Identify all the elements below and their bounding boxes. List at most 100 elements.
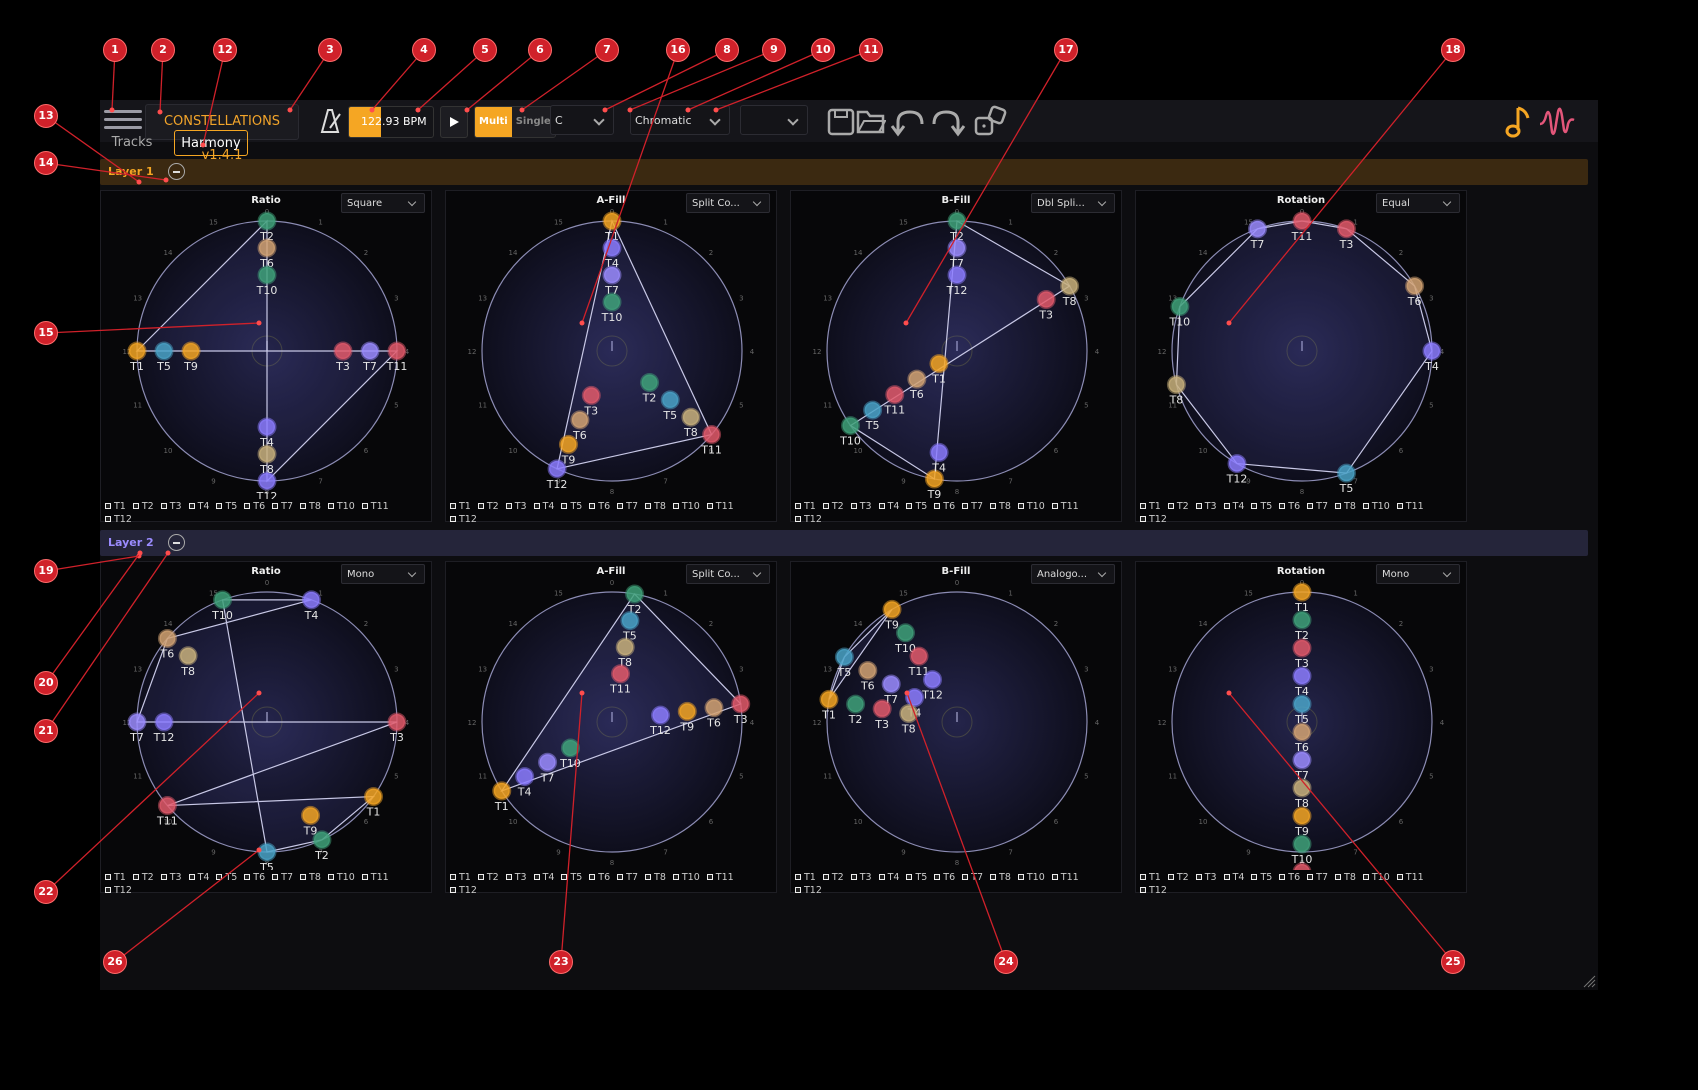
legend-checkbox[interactable] bbox=[1223, 503, 1230, 509]
legend-item[interactable]: T1 bbox=[795, 871, 816, 884]
track-node-t5[interactable] bbox=[834, 647, 854, 667]
legend-item[interactable]: T1 bbox=[105, 871, 126, 884]
legend-checkbox[interactable] bbox=[990, 874, 997, 880]
legend-checkbox[interactable] bbox=[934, 874, 941, 880]
track-node-t7[interactable] bbox=[1248, 219, 1268, 239]
panel-mode-dropdown[interactable]: Split Co... bbox=[686, 193, 770, 213]
track-node-t10[interactable] bbox=[257, 265, 277, 285]
legend-checkbox[interactable] bbox=[1051, 503, 1058, 509]
legend-item[interactable]: T10 bbox=[327, 871, 355, 884]
panel-mode-dropdown[interactable]: Mono bbox=[1376, 564, 1460, 584]
legend-item[interactable]: T3 bbox=[1195, 871, 1217, 884]
legend-item[interactable]: T4 bbox=[188, 500, 209, 513]
legend-item[interactable]: T1 bbox=[105, 500, 126, 513]
metronome-icon[interactable] bbox=[314, 106, 346, 136]
legend-checkbox[interactable] bbox=[1140, 516, 1146, 522]
track-node-t2[interactable] bbox=[1292, 610, 1312, 630]
legend-checkbox[interactable] bbox=[706, 503, 713, 509]
mode-multi-button[interactable]: Multi bbox=[475, 107, 512, 137]
legend-checkbox[interactable] bbox=[1195, 874, 1202, 880]
legend-checkbox[interactable] bbox=[1223, 874, 1230, 880]
constellation-wheel[interactable]: 0123456789101112131415T2T6T10T1T5T9T11T7… bbox=[101, 191, 433, 499]
track-node-t12[interactable] bbox=[947, 265, 967, 285]
legend-item[interactable]: T4 bbox=[533, 871, 554, 884]
panel-mode-dropdown[interactable]: Equal bbox=[1376, 193, 1460, 213]
legend-checkbox[interactable] bbox=[672, 503, 679, 509]
play-button[interactable] bbox=[440, 106, 468, 138]
legend-item[interactable]: T11 bbox=[1396, 500, 1424, 513]
track-node-t5[interactable] bbox=[1292, 694, 1312, 714]
legend-checkbox[interactable] bbox=[672, 874, 679, 880]
legend-item[interactable]: T1 bbox=[1140, 871, 1161, 884]
track-node-t12[interactable] bbox=[154, 712, 174, 732]
track-node-t6[interactable] bbox=[858, 661, 878, 680]
legend-item[interactable]: T7 bbox=[617, 500, 638, 513]
track-node-t8[interactable] bbox=[899, 703, 919, 723]
track-node-t10[interactable] bbox=[1170, 297, 1190, 317]
constellation-wheel[interactable]: 0123456789101112131415T2T7T12T8T3T10T5T1… bbox=[791, 191, 1123, 499]
legend-item[interactable]: T12 bbox=[450, 513, 477, 526]
third-dropdown[interactable] bbox=[740, 105, 808, 135]
legend-checkbox[interactable] bbox=[132, 874, 139, 880]
legend-checkbox[interactable] bbox=[1335, 503, 1342, 509]
legend-item[interactable]: T5 bbox=[906, 871, 927, 884]
legend-item[interactable]: T5 bbox=[216, 500, 237, 513]
track-node-t7[interactable] bbox=[602, 265, 622, 285]
track-node-t8[interactable] bbox=[1060, 276, 1080, 296]
legend-checkbox[interactable] bbox=[1396, 503, 1403, 509]
legend-item[interactable]: T8 bbox=[1335, 871, 1356, 884]
legend-item[interactable]: T8 bbox=[1335, 500, 1356, 513]
legend-item[interactable]: T8 bbox=[645, 500, 666, 513]
track-node-t12[interactable] bbox=[1227, 454, 1247, 474]
waveform-icon[interactable] bbox=[1538, 104, 1576, 138]
track-node-t11[interactable] bbox=[1292, 862, 1312, 870]
layer-2-header[interactable]: Layer 2 bbox=[100, 530, 1588, 556]
legend-checkbox[interactable] bbox=[1279, 503, 1286, 509]
legend-item[interactable]: T2 bbox=[132, 871, 154, 884]
scale-dropdown[interactable]: Chromatic bbox=[630, 105, 730, 135]
legend-checkbox[interactable] bbox=[450, 503, 456, 509]
panel-mode-dropdown[interactable]: Analogo... bbox=[1031, 564, 1115, 584]
track-node-t9[interactable] bbox=[882, 599, 902, 619]
legend-checkbox[interactable] bbox=[990, 503, 997, 509]
legend-item[interactable]: T10 bbox=[1017, 500, 1045, 513]
legend-checkbox[interactable] bbox=[617, 503, 624, 509]
legend-checkbox[interactable] bbox=[188, 503, 195, 509]
track-node-t2[interactable] bbox=[257, 211, 277, 231]
track-node-t2[interactable] bbox=[640, 372, 660, 392]
legend-checkbox[interactable] bbox=[645, 503, 652, 509]
track-node-t4[interactable] bbox=[1292, 666, 1312, 686]
legend-checkbox[interactable] bbox=[361, 503, 368, 509]
track-node-t5[interactable] bbox=[154, 341, 174, 361]
legend-item[interactable]: T5 bbox=[216, 871, 237, 884]
legend-checkbox[interactable] bbox=[105, 503, 111, 509]
legend-item[interactable]: T8 bbox=[300, 500, 321, 513]
legend-checkbox[interactable] bbox=[1362, 503, 1369, 509]
legend-item[interactable]: T3 bbox=[850, 500, 872, 513]
track-node-t12[interactable] bbox=[651, 705, 671, 725]
legend-item[interactable]: T6 bbox=[244, 871, 265, 884]
legend-item[interactable]: T2 bbox=[477, 500, 499, 513]
legend-item[interactable]: T2 bbox=[822, 871, 844, 884]
legend-item[interactable]: T7 bbox=[272, 500, 293, 513]
legend-checkbox[interactable] bbox=[878, 503, 885, 509]
track-node-t7[interactable] bbox=[881, 674, 901, 694]
legend-item[interactable]: T6 bbox=[244, 500, 265, 513]
legend-item[interactable]: T1 bbox=[795, 500, 816, 513]
track-node-t10[interactable] bbox=[213, 590, 233, 610]
track-node-t3[interactable] bbox=[872, 699, 892, 719]
legend-checkbox[interactable] bbox=[795, 503, 801, 509]
legend-item[interactable]: T11 bbox=[1051, 500, 1079, 513]
panel-mode-dropdown[interactable]: Square bbox=[341, 193, 425, 213]
legend-item[interactable]: T5 bbox=[561, 500, 582, 513]
legend-checkbox[interactable] bbox=[361, 874, 368, 880]
constellation-wheel[interactable]: 0123456789101112131415T1T4T7T10T11T8T5T2… bbox=[446, 191, 778, 499]
track-node-t4[interactable] bbox=[257, 417, 277, 437]
tab-tracks[interactable]: Tracks bbox=[102, 130, 162, 156]
legend-checkbox[interactable] bbox=[450, 874, 456, 880]
track-node-t4[interactable] bbox=[905, 688, 925, 707]
track-node-t8[interactable] bbox=[681, 407, 701, 427]
track-node-t8[interactable] bbox=[178, 646, 198, 666]
legend-item[interactable]: T6 bbox=[934, 500, 955, 513]
track-node-t9[interactable] bbox=[1292, 806, 1312, 826]
